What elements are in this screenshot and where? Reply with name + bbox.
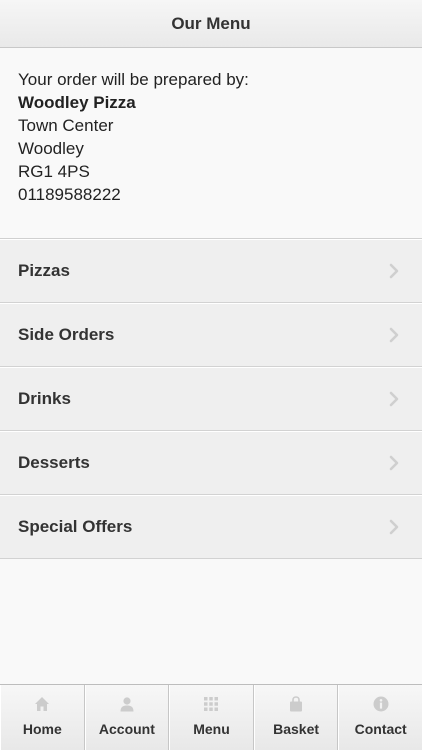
chevron-right-icon [384, 325, 404, 345]
tab-basket[interactable]: Basket [253, 685, 339, 750]
user-icon [118, 695, 136, 713]
store-phone: 01189588222 [18, 185, 121, 204]
chevron-right-icon [384, 389, 404, 409]
menu-item-label: Desserts [18, 453, 90, 472]
basket-icon [287, 695, 305, 713]
tab-home[interactable]: Home [0, 685, 85, 750]
tab-label: Menu [193, 721, 230, 737]
tab-account[interactable]: Account [84, 685, 170, 750]
tab-label: Basket [273, 721, 320, 737]
store-postcode: RG1 4PS [18, 162, 90, 181]
menu-item-desserts[interactable]: Desserts [0, 431, 422, 495]
menu-item-label: Special Offers [18, 517, 133, 536]
store-intro: Your order will be prepared by: [18, 70, 249, 89]
tab-menu[interactable]: Menu [169, 685, 254, 750]
app-screen: Our Menu Your order will be prepared by:… [0, 0, 422, 750]
menu-item-label: Drinks [18, 389, 71, 408]
menu-item-label: Side Orders [18, 325, 115, 344]
chevron-right-icon [384, 517, 404, 537]
menu-item-drinks[interactable]: Drinks [0, 367, 422, 431]
info-icon [372, 695, 390, 713]
menu-item-side-orders[interactable]: Side Orders [0, 303, 422, 367]
tab-contact[interactable]: Contact [338, 685, 422, 750]
menu-item-special-offers[interactable]: Special Offers [0, 495, 422, 559]
home-icon [33, 695, 51, 713]
store-address-line2: Woodley [18, 139, 84, 158]
chevron-right-icon [384, 453, 404, 473]
bottom-tab-bar: Home Account Menu Basket Contact [0, 684, 422, 750]
tab-label: Account [98, 721, 155, 737]
page-title: Our Menu [171, 13, 251, 33]
menu-item-pizzas[interactable]: Pizzas [0, 239, 422, 303]
store-info: Your order will be prepared by: Woodley … [0, 49, 422, 239]
menu-item-label: Pizzas [18, 261, 70, 280]
header-bar: Our Menu [0, 0, 422, 48]
store-name: Woodley Pizza [18, 93, 136, 112]
menu-category-list: Pizzas Side Orders Drinks Desserts Speci… [0, 239, 422, 559]
tab-label: Contact [354, 721, 407, 737]
tab-label: Home [22, 721, 62, 737]
chevron-right-icon [384, 261, 404, 281]
grid-icon [202, 695, 220, 713]
store-address-line1: Town Center [18, 116, 114, 135]
